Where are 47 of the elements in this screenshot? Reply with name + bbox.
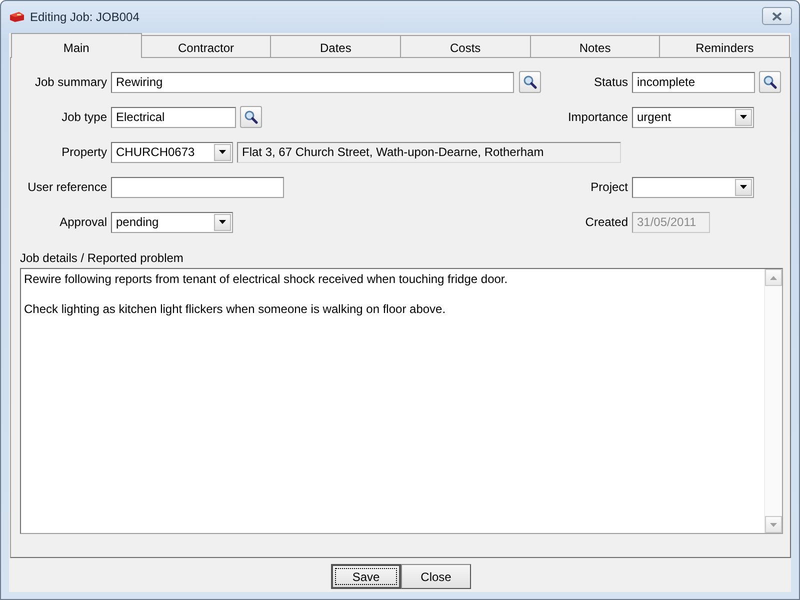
tab[interactable]: Main <box>11 33 142 58</box>
scroll-up-button[interactable] <box>765 269 782 286</box>
text-field[interactable]: incomplete <box>632 72 755 92</box>
window-title: Editing Job: JOB004 <box>30 10 140 24</box>
caret-icon <box>219 220 226 224</box>
field-label: Importance <box>566 110 628 124</box>
tab[interactable]: Notes <box>530 35 660 57</box>
description-field: Flat 3, 67 Church Street, Wath-upon-Dearne, Rotherham <box>237 142 621 162</box>
dropdown[interactable]: pending <box>111 212 233 232</box>
toolbox-icon <box>9 11 25 23</box>
tab[interactable]: Contractor <box>142 35 272 57</box>
caret-icon <box>740 115 747 119</box>
text-field: 31/05/2011 <box>632 212 710 232</box>
dropdown[interactable]: CHURCH0673 <box>111 142 233 162</box>
details-field[interactable]: Rewire following reports from tenant of electrical shock received when touching fridge door. Check lighting as kitchen light flickers when someone is walking on floor above. <box>20 268 783 534</box>
search-icon <box>523 75 537 89</box>
search-button[interactable] <box>759 71 781 93</box>
field-label: Property <box>60 145 107 159</box>
field-label: Job details / Reported problem <box>20 251 184 265</box>
field-label: Job summary <box>34 75 107 89</box>
down-arrow-icon <box>770 522 777 526</box>
up-arrow-icon <box>770 276 777 280</box>
text-field[interactable]: Electrical <box>111 106 236 128</box>
search-icon <box>244 110 258 124</box>
caret-icon <box>219 150 226 154</box>
scroll-down-button[interactable] <box>765 516 782 533</box>
field-label: Created <box>584 215 628 229</box>
dialog-button[interactable]: Close <box>401 564 471 589</box>
field-label: User reference <box>26 180 107 194</box>
dropdown[interactable]: urgent <box>632 106 754 128</box>
field-label: Job type <box>60 110 107 124</box>
field-label: Status <box>592 75 628 89</box>
dropdown[interactable] <box>632 176 754 198</box>
close-icon <box>772 12 782 20</box>
search-button[interactable] <box>519 71 541 93</box>
field-label: Project <box>590 180 628 194</box>
dialog-button[interactable]: Save <box>331 564 401 589</box>
field-label: Approval <box>58 215 107 229</box>
search-button[interactable] <box>240 106 262 128</box>
text-field[interactable] <box>111 176 284 198</box>
tab[interactable]: Costs <box>401 35 531 57</box>
close-button[interactable] <box>762 7 792 25</box>
caret-icon <box>740 185 747 189</box>
text-field[interactable]: Rewiring <box>111 72 514 92</box>
search-icon <box>763 75 777 89</box>
tab[interactable]: Reminders <box>660 35 790 57</box>
tab[interactable]: Dates <box>271 35 402 57</box>
